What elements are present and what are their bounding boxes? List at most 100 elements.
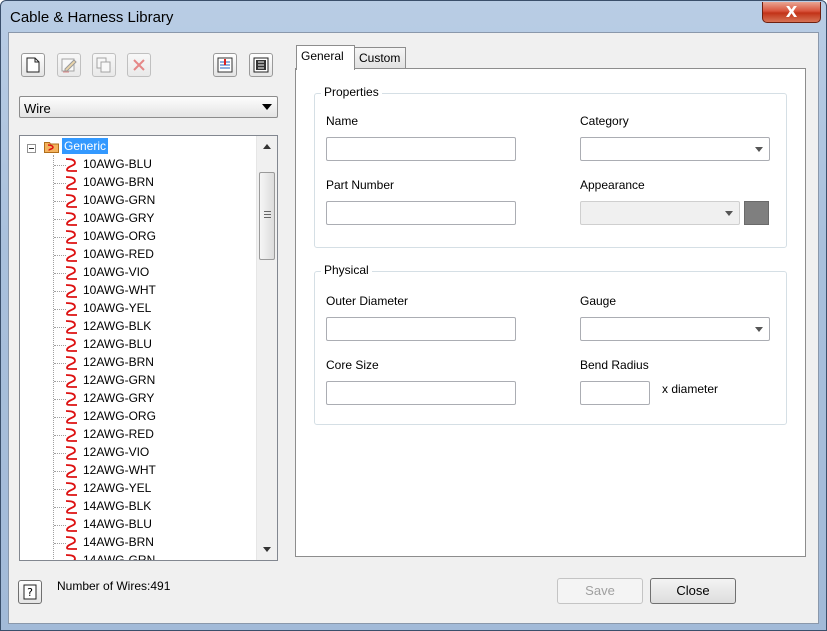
help-icon: ?: [19, 584, 41, 606]
tree-item[interactable]: 10AWG-BRN: [20, 174, 256, 192]
tree-item-label: 12AWG-GRN: [83, 373, 156, 387]
tree-item-label: 14AWG-GRN: [83, 553, 156, 561]
svg-text:?: ?: [27, 586, 33, 599]
tree-item-label: 10AWG-BRN: [83, 175, 154, 189]
tree-item[interactable]: 12AWG-RED: [20, 426, 256, 444]
category-label: Category: [580, 114, 629, 128]
tree-item-label: 10AWG-ORG: [83, 229, 156, 243]
gauge-dropdown[interactable]: [580, 317, 770, 341]
appearance-color-swatch[interactable]: [744, 201, 769, 225]
tree-item-label: 12AWG-RED: [83, 427, 154, 441]
wire-tree[interactable]: Generic 10AWG-BLU 10AWG-BRN 10AWG-GRN 10AWG…: [19, 135, 278, 561]
tree-item-label: 12AWG-BRN: [83, 355, 154, 369]
tree-item[interactable]: 14AWG-BRN: [20, 534, 256, 552]
tree-item[interactable]: 10AWG-VIO: [20, 264, 256, 282]
tree-item[interactable]: 12AWG-BLU: [20, 336, 256, 354]
tree-item-label: 10AWG-RED: [83, 247, 154, 261]
tree-item[interactable]: 12AWG-VIO: [20, 444, 256, 462]
tree-item-label: 14AWG-BLK: [83, 499, 152, 513]
tree-item-label: 12AWG-GRY: [83, 391, 155, 405]
dialog-window: Cable & Harness Library X Wire Generic 1…: [0, 0, 827, 631]
copy-button[interactable]: [92, 53, 116, 77]
new-button[interactable]: [21, 53, 45, 77]
tree-item-label: 12AWG-WHT: [83, 463, 156, 477]
tab-general[interactable]: General: [296, 45, 355, 70]
chevron-down-icon: [262, 104, 272, 110]
save-button[interactable]: Save: [557, 578, 643, 604]
scroll-down-icon[interactable]: [263, 547, 271, 552]
scroll-up-icon[interactable]: [263, 144, 271, 149]
tab-custom[interactable]: Custom: [354, 47, 406, 69]
delete-icon: [132, 58, 146, 72]
tree-item[interactable]: 10AWG-YEL: [20, 300, 256, 318]
collapse-icon[interactable]: [27, 144, 36, 153]
tree-item[interactable]: 12AWG-GRY: [20, 390, 256, 408]
tree-item[interactable]: 10AWG-GRY: [20, 210, 256, 228]
grip-line: [264, 211, 271, 212]
tree-item[interactable]: 10AWG-BLU: [20, 156, 256, 174]
import-button[interactable]: [213, 53, 237, 77]
edit-button[interactable]: [57, 53, 81, 77]
import-icon: [216, 56, 234, 74]
tree-scrollbar[interactable]: [256, 136, 277, 560]
tree-item[interactable]: 10AWG-RED: [20, 246, 256, 264]
tree-item-label: 10AWG-GRN: [83, 193, 156, 207]
category-select[interactable]: Wire: [19, 96, 278, 118]
tree-item-label: 10AWG-WHT: [83, 283, 156, 297]
tree-item[interactable]: 12AWG-BLK: [20, 318, 256, 336]
window-close-button[interactable]: X: [762, 2, 821, 23]
folder-icon: [44, 140, 59, 153]
title-bar[interactable]: Cable & Harness Library X: [1, 1, 826, 33]
tree-root-node[interactable]: Generic: [20, 138, 256, 156]
chevron-down-icon: [725, 211, 733, 216]
wire-icon: [64, 553, 80, 560]
tree-item-label: 12AWG-YEL: [83, 481, 152, 495]
bend-radius-unit: x diameter: [662, 382, 719, 396]
tree-item[interactable]: 12AWG-WHT: [20, 462, 256, 480]
close-button[interactable]: Close: [650, 578, 736, 604]
tree-item[interactable]: 12AWG-YEL: [20, 480, 256, 498]
category-dropdown[interactable]: [580, 137, 770, 161]
scrollbar-thumb[interactable]: [259, 172, 275, 260]
outer-diameter-label: Outer Diameter: [326, 294, 409, 308]
name-input[interactable]: [326, 137, 516, 161]
tree-item[interactable]: 14AWG-BLK: [20, 498, 256, 516]
tree-item-label: 12AWG-VIO: [83, 445, 150, 459]
tree-item-label: 10AWG-VIO: [83, 265, 150, 279]
part-number-input[interactable]: [326, 201, 516, 225]
tree-item[interactable]: 14AWG-BLU: [20, 516, 256, 534]
physical-group: Physical Outer Diameter Gauge Core Size …: [314, 263, 787, 425]
properties-group-title: Properties: [321, 85, 382, 99]
tree-item[interactable]: 10AWG-WHT: [20, 282, 256, 300]
tree-item-label: 14AWG-BLU: [83, 517, 152, 531]
tree-item-label: 10AWG-YEL: [83, 301, 152, 315]
copy-icon: [96, 57, 112, 73]
export-button[interactable]: [249, 53, 273, 77]
window-title: Cable & Harness Library: [10, 9, 174, 26]
properties-group: Properties Name Category Part Number App…: [314, 85, 787, 248]
category-select-value: Wire: [24, 101, 51, 116]
tree-item[interactable]: 12AWG-BRN: [20, 354, 256, 372]
dialog-client-area: Wire Generic 10AWG-BLU 10AWG-BRN 10AWG-GRN…: [8, 32, 819, 624]
gauge-label: Gauge: [580, 294, 617, 308]
help-button[interactable]: ?: [18, 580, 42, 604]
core-size-input[interactable]: [326, 381, 516, 405]
part-number-label: Part Number: [326, 178, 395, 192]
tree-item-label: 12AWG-BLK: [83, 319, 152, 333]
tree-item[interactable]: 14AWG-GRN: [20, 552, 256, 561]
new-icon: [26, 57, 40, 73]
tree-item[interactable]: 12AWG-GRN: [20, 372, 256, 390]
edit-icon: [60, 56, 78, 74]
appearance-dropdown[interactable]: [580, 201, 740, 225]
tree-item-label: 10AWG-GRY: [83, 211, 155, 225]
tree-item[interactable]: 10AWG-GRN: [20, 192, 256, 210]
tree-item[interactable]: 12AWG-ORG: [20, 408, 256, 426]
chevron-down-icon: [755, 147, 763, 152]
bend-radius-input[interactable]: [580, 381, 650, 405]
physical-group-title: Physical: [321, 263, 372, 277]
tree-item[interactable]: 10AWG-ORG: [20, 228, 256, 246]
outer-diameter-input[interactable]: [326, 317, 516, 341]
delete-button[interactable]: [127, 53, 151, 77]
general-tab-panel: Properties Name Category Part Number App…: [295, 68, 806, 557]
grip-line: [264, 214, 271, 215]
